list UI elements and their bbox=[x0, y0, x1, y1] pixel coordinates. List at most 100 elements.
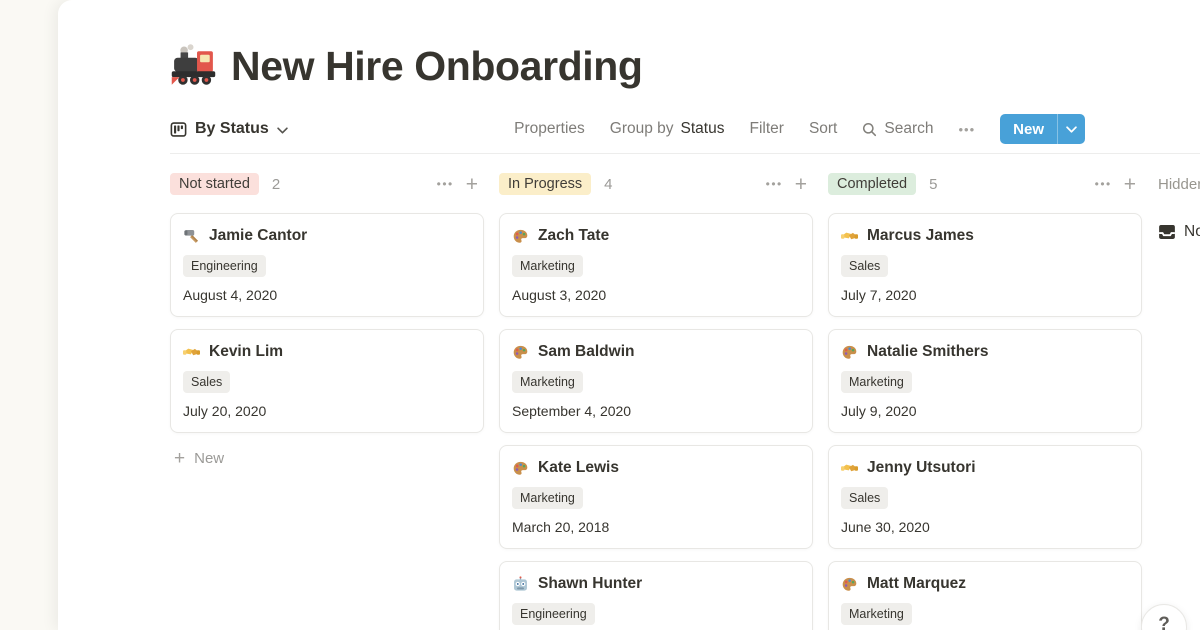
page-title[interactable]: New Hire Onboarding bbox=[231, 42, 643, 91]
new-button[interactable]: New bbox=[1000, 114, 1085, 144]
new-button-label[interactable]: New bbox=[1000, 114, 1057, 144]
chevron-down-icon bbox=[1066, 126, 1077, 133]
sort-label: Sort bbox=[809, 120, 837, 138]
inbox-icon bbox=[1158, 223, 1176, 241]
board-column: In Progress4•••+Zach TateMarketingAugust… bbox=[499, 171, 813, 630]
kanban-card[interactable]: Marcus James Sales July 7, 2020 bbox=[828, 213, 1142, 317]
palette-emoji bbox=[512, 228, 529, 245]
group-add-icon[interactable]: + bbox=[795, 174, 807, 195]
view-switcher[interactable]: By Status bbox=[170, 120, 288, 138]
more-options-icon[interactable]: ••• bbox=[959, 122, 976, 137]
card-name: Shawn Hunter bbox=[538, 574, 642, 594]
card-date: March 20, 2018 bbox=[512, 518, 800, 536]
board-view-icon bbox=[170, 121, 187, 138]
kanban-card[interactable]: Kate Lewis Marketing March 20, 2018 bbox=[499, 445, 813, 549]
search-button[interactable]: Search bbox=[862, 120, 933, 138]
card-date: July 9, 2020 bbox=[841, 402, 1129, 420]
toolbar-divider bbox=[170, 153, 1200, 154]
kanban-card[interactable]: Kevin LimSalesJuly 20, 2020 bbox=[170, 329, 484, 433]
handshake-emoji bbox=[841, 228, 858, 245]
card-name: Marcus James bbox=[867, 226, 974, 246]
group-count: 2 bbox=[272, 176, 280, 193]
properties-button[interactable]: Properties bbox=[514, 120, 585, 138]
plus-icon: + bbox=[174, 449, 185, 468]
filter-label: Filter bbox=[749, 120, 783, 138]
card-title-row: Kevin Lim bbox=[183, 342, 471, 362]
card-title-row: Natalie Smithers bbox=[841, 342, 1129, 362]
column-header: Not started 2 ••• + bbox=[170, 171, 484, 197]
page-header: New Hire Onboarding bbox=[170, 42, 1200, 91]
group-count: 5 bbox=[929, 176, 937, 193]
toolbar-actions: Properties Group by Status Filter Sort S… bbox=[514, 114, 1085, 144]
card-tag-badge: Sales bbox=[183, 371, 230, 393]
palette-emoji bbox=[841, 344, 858, 361]
hidden-group-label: No Status bbox=[1184, 223, 1200, 241]
card-name: Kate Lewis bbox=[538, 458, 619, 478]
properties-label: Properties bbox=[514, 120, 585, 138]
new-button-dropdown[interactable] bbox=[1058, 114, 1085, 144]
hidden-groups-toggle[interactable]: Hidden groups bbox=[1158, 171, 1200, 197]
filter-button[interactable]: Filter bbox=[749, 120, 783, 138]
kanban-card[interactable]: Shawn HunterEngineering bbox=[499, 561, 813, 630]
card-tag-badge: Engineering bbox=[183, 255, 266, 277]
board-columns: Not started2•••+Jamie CantorEngineeringA… bbox=[170, 171, 1200, 630]
card-name: Jenny Utsutori bbox=[867, 458, 976, 478]
robot-emoji bbox=[512, 576, 529, 593]
handshake-emoji bbox=[183, 344, 200, 361]
add-card-button[interactable]: + New bbox=[170, 449, 484, 468]
card-tag-badge: Marketing bbox=[512, 371, 583, 393]
notion-board-page: New Hire Onboarding By Status Properties… bbox=[0, 0, 1200, 630]
group-by-prefix: Group by bbox=[610, 120, 674, 138]
group-by-button[interactable]: Group by Status bbox=[610, 120, 725, 138]
card-name: Zach Tate bbox=[538, 226, 609, 246]
card-date: July 7, 2020 bbox=[841, 286, 1129, 304]
kanban-card[interactable]: Zach TateMarketingAugust 3, 2020 bbox=[499, 213, 813, 317]
kanban-card[interactable]: Natalie Smithers Marketing July 9, 2020 bbox=[828, 329, 1142, 433]
group-more-icon[interactable]: ••• bbox=[1095, 177, 1112, 191]
locomotive-emoji bbox=[170, 43, 217, 90]
add-card-label: New bbox=[194, 450, 224, 467]
kanban-card[interactable]: Matt Marquez Marketing bbox=[828, 561, 1142, 630]
chevron-down-icon bbox=[277, 125, 288, 134]
column-header: Completed 5 ••• + bbox=[828, 171, 1142, 197]
hidden-group-no-status[interactable]: No Status bbox=[1158, 223, 1200, 241]
group-add-icon[interactable]: + bbox=[466, 174, 478, 195]
card-title-row: Kate Lewis bbox=[512, 458, 800, 478]
group-badge[interactable]: Completed bbox=[828, 173, 916, 195]
sort-button[interactable]: Sort bbox=[809, 120, 837, 138]
card-tag-badge: Sales bbox=[841, 255, 888, 277]
card-tag-badge: Marketing bbox=[512, 255, 583, 277]
kanban-card[interactable]: Jenny UtsutoriSalesJune 30, 2020 bbox=[828, 445, 1142, 549]
card-title-row: Jenny Utsutori bbox=[841, 458, 1129, 478]
card-title-row: Matt Marquez bbox=[841, 574, 1129, 594]
group-add-icon[interactable]: + bbox=[1124, 174, 1136, 195]
card-tag-badge: Marketing bbox=[512, 487, 583, 509]
card-name: Kevin Lim bbox=[209, 342, 283, 362]
column-header: In Progress 4 ••• + bbox=[499, 171, 813, 197]
card-name: Sam Baldwin bbox=[538, 342, 634, 362]
card-title-row: Sam Baldwin bbox=[512, 342, 800, 362]
hidden-groups-area: Hidden groups No Status bbox=[1157, 171, 1200, 630]
card-name: Matt Marquez bbox=[867, 574, 966, 594]
card-date: August 4, 2020 bbox=[183, 286, 471, 304]
hammer-emoji bbox=[183, 228, 200, 245]
group-by-value: Status bbox=[681, 120, 725, 138]
card-tag-badge: Sales bbox=[841, 487, 888, 509]
card-title-row: Marcus James bbox=[841, 226, 1129, 246]
toolbar: By Status Properties Group by Status Fil… bbox=[170, 114, 1200, 144]
palette-emoji bbox=[512, 460, 529, 477]
card-tag-badge: Marketing bbox=[841, 371, 912, 393]
group-badge[interactable]: Not started bbox=[170, 173, 259, 195]
card-list: Marcus James Sales July 7, 2020 Natalie Smi… bbox=[828, 213, 1142, 630]
group-badge[interactable]: In Progress bbox=[499, 173, 591, 195]
search-icon bbox=[862, 122, 877, 137]
group-more-icon[interactable]: ••• bbox=[437, 177, 454, 191]
group-count: 4 bbox=[604, 176, 612, 193]
group-more-icon[interactable]: ••• bbox=[766, 177, 783, 191]
search-label: Search bbox=[884, 120, 933, 138]
kanban-card[interactable]: Jamie CantorEngineeringAugust 4, 2020 bbox=[170, 213, 484, 317]
kanban-card[interactable]: Sam BaldwinMarketingSeptember 4, 2020 bbox=[499, 329, 813, 433]
palette-emoji bbox=[512, 344, 529, 361]
card-list: Jamie CantorEngineeringAugust 4, 2020Kev… bbox=[170, 213, 484, 433]
card-tag-badge: Marketing bbox=[841, 603, 912, 625]
